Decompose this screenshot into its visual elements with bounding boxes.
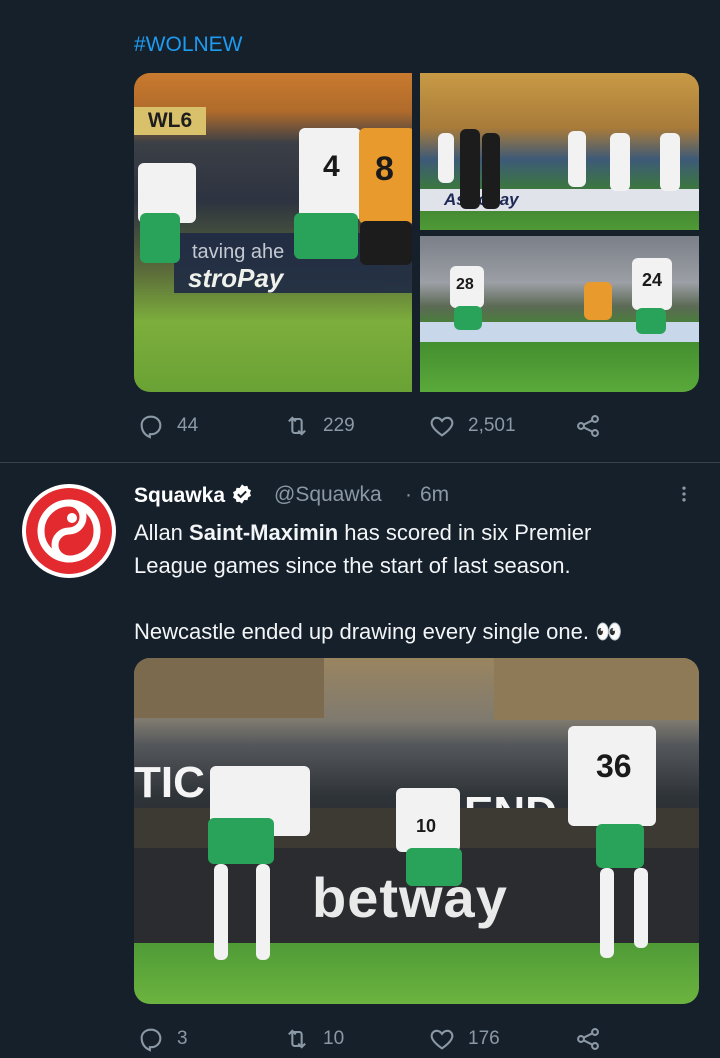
tweet-divider [0, 462, 720, 463]
player [482, 133, 500, 209]
player [460, 129, 480, 209]
player-white-4-shorts [294, 213, 358, 259]
share-button[interactable] [574, 412, 602, 440]
reply-icon [140, 1028, 162, 1052]
retweet-button[interactable]: 10 [283, 1025, 344, 1053]
heart-icon [430, 1029, 454, 1050]
player-orange-8-shorts [360, 221, 412, 265]
player-28-shorts [454, 306, 482, 330]
player [568, 131, 586, 187]
player-leg [600, 868, 614, 958]
tweet-text-line-2: League games since the start of last sea… [134, 553, 571, 578]
shirt-number: 4 [323, 150, 340, 183]
tweet-photo-grid: WL6 taving ahe stroPay 4 8 AstroPay 28 [134, 73, 699, 392]
text-bold-segment: Saint-Maximin [189, 520, 339, 545]
like-count: 176 [468, 1028, 500, 1049]
shirt-number: 24 [642, 270, 663, 290]
crowd-right [494, 658, 699, 720]
share-icon [577, 1028, 599, 1050]
heart-icon [430, 416, 454, 437]
player [660, 133, 680, 191]
player-36: 36 [568, 726, 656, 826]
meta-separator: · [405, 483, 412, 506]
crowd-left [134, 658, 324, 718]
reply-button[interactable]: 3 [137, 1025, 188, 1053]
player-leg [634, 868, 648, 948]
text-segment: Allan [134, 520, 190, 545]
more-options-button[interactable] [674, 478, 694, 510]
tweet-photo[interactable]: TIC END betway 10 36 [134, 658, 699, 1004]
reply-count: 3 [177, 1028, 188, 1049]
verified-badge-icon [232, 484, 251, 504]
player-leg [256, 864, 270, 960]
hashtag-link[interactable]: #WOLNEW [134, 33, 243, 57]
share-icon [577, 415, 599, 437]
shirt-number: 36 [596, 748, 632, 784]
player-36-shorts [596, 824, 644, 868]
author-handle[interactable]: @Squawka [274, 483, 382, 507]
like-count: 2,501 [468, 415, 516, 436]
tweet-photo-3[interactable]: 28 24 [420, 236, 699, 392]
tweet-photo-1[interactable]: WL6 taving ahe stroPay 4 8 [134, 73, 412, 392]
shirt-number: 28 [456, 276, 474, 293]
avatar[interactable] [22, 484, 116, 578]
more-vertical-icon [682, 486, 686, 502]
author-name-text: Squawka [134, 484, 226, 507]
tweet-text-line-1: Allan Saint-Maximin has scored in six Pr… [134, 516, 694, 549]
retweet-icon [288, 1029, 306, 1049]
retweet-count: 10 [323, 1028, 345, 1049]
text-segment: has scored in six Premier [338, 520, 592, 545]
like-button[interactable]: 2,501 [428, 412, 516, 440]
stadium-sign: WL6 [134, 107, 206, 135]
tweet-text: Allan Saint-Maximin has scored in six Pr… [134, 516, 694, 648]
player [610, 133, 630, 191]
tweet-text-line-3: Newcastle ended up drawing every single … [134, 619, 623, 644]
share-button[interactable] [574, 1025, 602, 1053]
shirt-number: 10 [416, 816, 437, 836]
reply-count: 44 [177, 415, 199, 436]
player-leg [214, 864, 228, 960]
retweet-count: 229 [323, 415, 355, 436]
player-24-shorts [636, 308, 666, 334]
player-white-1-shorts [140, 213, 180, 263]
player-28: 28 [450, 266, 484, 308]
player [438, 133, 454, 183]
player-celebrating: 10 [396, 788, 460, 852]
reply-icon [140, 415, 162, 439]
player-bent-over-shorts [208, 818, 274, 864]
shirt-number: 8 [375, 150, 394, 188]
author-name[interactable]: Squawka [134, 483, 253, 508]
reply-button[interactable]: 44 [137, 412, 198, 440]
player-white-4: 4 [299, 128, 361, 220]
retweet-icon [288, 416, 306, 436]
player-orange [584, 282, 612, 320]
avatar-logo [26, 488, 112, 574]
squawka-logo-icon [37, 499, 101, 563]
player-celebrating-shorts [406, 848, 462, 886]
stand-sign-left: TIC [134, 758, 205, 807]
retweet-button[interactable]: 229 [283, 412, 355, 440]
tweet-photo-2[interactable]: AstroPay [420, 73, 699, 230]
player-orange-8: 8 [359, 128, 412, 224]
ad-board-text-1: taving ahe [192, 241, 285, 263]
tweet-timestamp[interactable]: 6m [420, 483, 449, 507]
like-button[interactable]: 176 [428, 1025, 500, 1053]
player-24: 24 [632, 258, 672, 310]
ad-board-text-2: stroPay [188, 263, 284, 293]
